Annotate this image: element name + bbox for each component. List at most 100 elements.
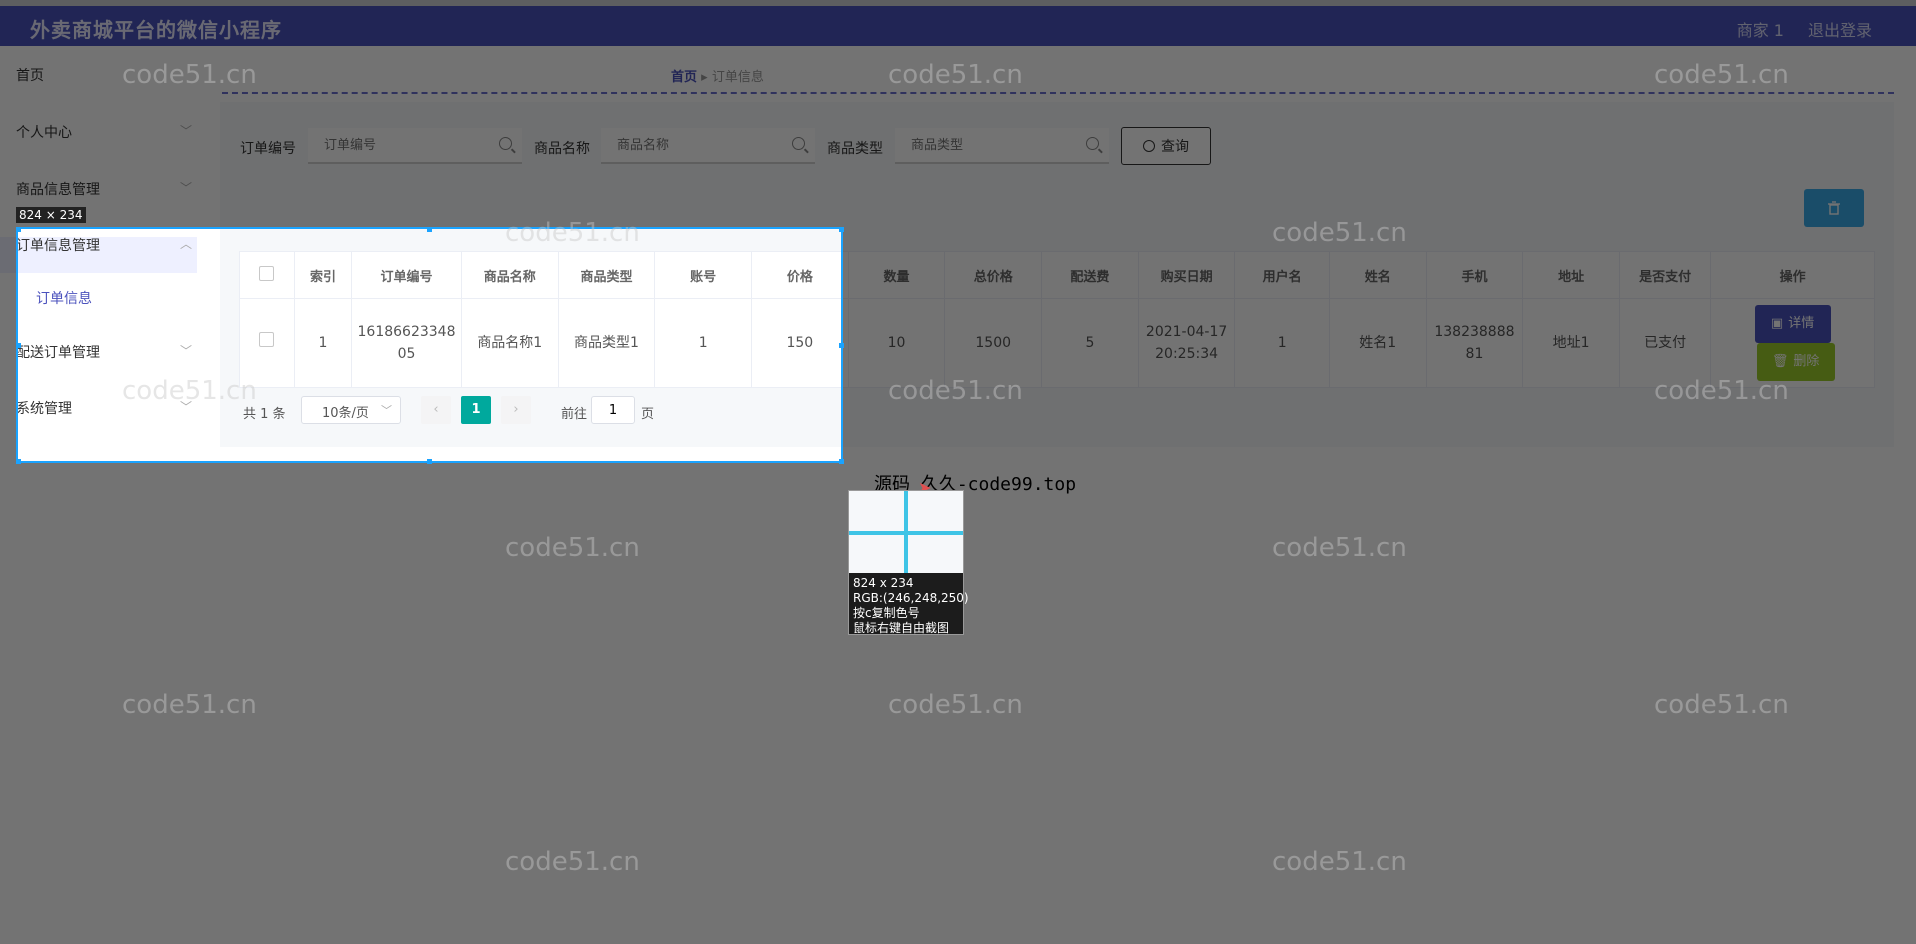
column-header: 订单编号: [351, 251, 462, 299]
magnifier-panel: 824 x 234 RGB:(246,248,250) 按c复制色号 鼠标右键自…: [848, 490, 969, 635]
resize-handle[interactable]: [839, 343, 844, 348]
breadcrumb-home[interactable]: 首页: [671, 70, 697, 85]
cell-delivery-fee: 5: [1041, 298, 1139, 388]
chevron-up-icon: ︿: [180, 237, 193, 251]
resize-handle[interactable]: [427, 459, 432, 464]
product-name-input[interactable]: [615, 128, 789, 162]
info-rgb: RGB:(246,248,250): [853, 591, 969, 605]
magnifier-zoom: [849, 491, 963, 573]
column-header: 手机: [1425, 251, 1524, 299]
search-icon: [792, 137, 805, 150]
detail-button[interactable]: ▣ 详情: [1754, 305, 1831, 343]
detail-button-label: 详情: [1788, 316, 1815, 331]
magnifier-info: 824 x 234 RGB:(246,248,250) 按c复制色号 鼠标右键自…: [853, 576, 969, 636]
cell-quantity: 10: [847, 298, 946, 388]
selection-size-tag: 824 × 234: [16, 207, 86, 223]
resize-handle[interactable]: [839, 227, 844, 232]
cell-paid: 已支付: [1618, 298, 1712, 388]
delete-button[interactable]: 🗑 删除: [1756, 343, 1835, 381]
logout-link[interactable]: 退出登录: [1808, 17, 1872, 41]
product-name-field[interactable]: [601, 128, 815, 164]
order-no-field[interactable]: [308, 128, 522, 164]
column-header: 价格: [751, 251, 841, 299]
cell-product-type: 商品类型1: [557, 298, 656, 388]
sidebar-item-orders: 订单信息管理: [18, 238, 100, 254]
column-header: 商品名称: [460, 251, 559, 299]
cell-actions: ▣ 详情 🗑 删除: [1710, 298, 1875, 388]
cell-purchase-date: 2021-04-17 20:25:34: [1137, 298, 1236, 388]
cell-price: 150: [751, 298, 841, 388]
resize-handle[interactable]: [839, 459, 844, 464]
column-header: 数量: [847, 251, 946, 299]
bulk-delete-button[interactable]: [1804, 189, 1864, 227]
product-name-label: 商品名称: [534, 141, 590, 157]
cell-address: 地址1: [1522, 298, 1620, 388]
app-title: 外卖商城平台的微信小程序: [30, 18, 282, 42]
page-suffix-label: 页: [641, 407, 655, 422]
sidebar: 首页 个人中心 ﹀ 商品信息管理 ﹀ 订单信息管理 ︿ 订单信息 配送订单管理 …: [0, 46, 199, 944]
order-no-input[interactable]: [322, 128, 496, 162]
resize-handle[interactable]: [16, 459, 21, 464]
trash-icon: 🗑: [1771, 354, 1789, 369]
info-copy-hint: 按c复制色号: [853, 606, 920, 620]
trash-icon: [1828, 201, 1840, 215]
sidebar-item-order-info: 订单信息: [36, 291, 92, 307]
table-header-row: 索引 订单编号 商品名称 商品类型 账号 价格 数量 总价格 配送费 购买日期 …: [239, 251, 841, 299]
cell-phone: 13823888881: [1425, 298, 1524, 388]
column-header: 用户名: [1234, 251, 1330, 299]
sidebar-item-home[interactable]: 首页: [16, 65, 44, 85]
header-bar: 外卖商城平台的微信小程序 商家 1 退出登录: [0, 6, 1916, 46]
order-no-label: 订单编号: [240, 141, 296, 157]
page-size-select: 10条/页 ﹀: [301, 396, 401, 424]
current-user[interactable]: 商家 1: [1737, 17, 1784, 41]
sidebar-item-delivery-orders: 配送订单管理: [18, 345, 100, 361]
query-button[interactable]: 查询: [1121, 127, 1211, 165]
goto-label: 前往: [561, 407, 588, 422]
product-type-field[interactable]: [895, 128, 1109, 164]
column-header: 是否支付: [1618, 251, 1712, 299]
resize-handle[interactable]: [427, 227, 432, 232]
next-page-button: ›: [501, 396, 531, 424]
cell-account: 1: [654, 298, 752, 388]
resize-handle[interactable]: [16, 227, 21, 232]
capture-selection[interactable]: 外卖商城平台的微信小程序 商家 1 退出登录 首页 个人中心 ﹀ 商品信息管理 …: [16, 227, 843, 463]
row-checkbox: [259, 332, 275, 347]
search-icon: [1143, 140, 1155, 152]
page-size-value: 10条/页: [322, 406, 369, 421]
cell-product-name: 商品名称1: [460, 298, 559, 388]
search-icon: [499, 137, 512, 150]
crosshair-vertical: [904, 491, 908, 573]
chevron-down-icon: ﹀: [381, 404, 392, 417]
column-header: 地址: [1522, 251, 1620, 299]
sidebar-item-profile[interactable]: 个人中心: [16, 122, 72, 142]
product-type-input[interactable]: [909, 128, 1083, 162]
product-type-label: 商品类型: [827, 141, 883, 157]
info-capture-hint: 鼠标右键自由截图: [853, 621, 950, 635]
query-button-label: 查询: [1161, 139, 1189, 155]
column-header: 购买日期: [1137, 251, 1236, 299]
cell-username: 1: [1234, 298, 1330, 388]
row-select-cell: [239, 298, 295, 388]
column-header: 商品类型: [557, 251, 656, 299]
goto-page-input: [591, 396, 635, 424]
chevron-down-icon: ﹀: [180, 181, 193, 195]
column-header: 配送费: [1041, 251, 1139, 299]
orders-table: 索引 订单编号 商品名称 商品类型 账号 价格 数量 总价格 配送费 购买日期 …: [239, 251, 841, 388]
sidebar-item-system: 系统管理: [18, 401, 72, 417]
select-all-checkbox: [259, 265, 275, 281]
cell-index: 1: [293, 298, 353, 388]
chevron-down-icon: ﹀: [180, 124, 193, 138]
select-all-cell: [239, 251, 295, 299]
breadcrumb: 首页 ▸ 订单信息: [671, 66, 764, 85]
delete-button-label: 删除: [1793, 354, 1820, 369]
resize-handle[interactable]: [16, 343, 21, 348]
cell-total: 1500: [944, 298, 1043, 388]
sidebar: 首页 个人中心 ﹀ 商品信息管理 ﹀ 订单信息管理 ︿ 订单信息 配送订单管理 …: [18, 229, 199, 461]
column-header: 总价格: [944, 251, 1043, 299]
chevron-down-icon: ﹀: [180, 344, 193, 358]
cell-order-no: 1618662334805: [351, 298, 462, 388]
sidebar-item-products[interactable]: 商品信息管理: [16, 179, 100, 199]
column-header: 姓名: [1328, 251, 1427, 299]
prev-page-button: ‹: [421, 396, 451, 424]
capture-selection-content: 外卖商城平台的微信小程序 商家 1 退出登录 首页 个人中心 ﹀ 商品信息管理 …: [18, 229, 841, 461]
